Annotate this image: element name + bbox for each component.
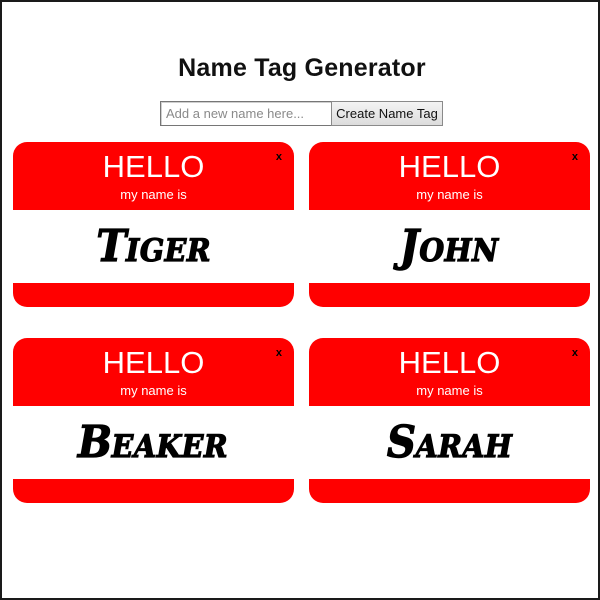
create-name-tag-button[interactable]: Create Name Tag bbox=[331, 101, 443, 126]
name-tag-name: Tiger bbox=[91, 220, 217, 272]
name-tag-body: John bbox=[309, 210, 590, 283]
close-icon[interactable]: x bbox=[572, 347, 578, 359]
name-tag-name: Beaker bbox=[73, 416, 234, 468]
name-tag-body: Sarah bbox=[309, 406, 590, 479]
name-tag-name: Sarah bbox=[381, 416, 518, 468]
name-tag-body: Tiger bbox=[13, 210, 294, 283]
hello-label: HELLO bbox=[398, 345, 501, 380]
close-icon[interactable]: x bbox=[572, 151, 578, 163]
page-title: Name Tag Generator bbox=[178, 54, 426, 82]
name-tag-header: HELLO my name is x bbox=[309, 338, 590, 406]
name-tag-header: HELLO my name is x bbox=[309, 142, 590, 210]
close-icon[interactable]: x bbox=[276, 151, 282, 163]
my-name-is-label: my name is bbox=[120, 383, 187, 398]
my-name-is-label: my name is bbox=[120, 187, 187, 202]
name-tag-header: HELLO my name is x bbox=[13, 338, 294, 406]
close-icon[interactable]: x bbox=[276, 347, 282, 359]
name-tag: HELLO my name is x Beaker bbox=[13, 338, 294, 503]
hello-label: HELLO bbox=[102, 345, 205, 380]
hello-label: HELLO bbox=[398, 149, 501, 184]
name-tag: HELLO my name is x John bbox=[309, 142, 590, 307]
hello-label: HELLO bbox=[102, 149, 205, 184]
my-name-is-label: my name is bbox=[416, 187, 483, 202]
app-frame: Name Tag Generator Create Name Tag HELLO… bbox=[0, 0, 600, 600]
my-name-is-label: my name is bbox=[416, 383, 483, 398]
name-tag-header: HELLO my name is x bbox=[13, 142, 294, 210]
name-tag: HELLO my name is x Tiger bbox=[13, 142, 294, 307]
name-tag: HELLO my name is x Sarah bbox=[309, 338, 590, 503]
name-tag-body: Beaker bbox=[13, 406, 294, 479]
name-input[interactable] bbox=[160, 101, 331, 126]
name-tag-name: John bbox=[395, 220, 504, 272]
add-name-form: Create Name Tag bbox=[160, 101, 443, 126]
